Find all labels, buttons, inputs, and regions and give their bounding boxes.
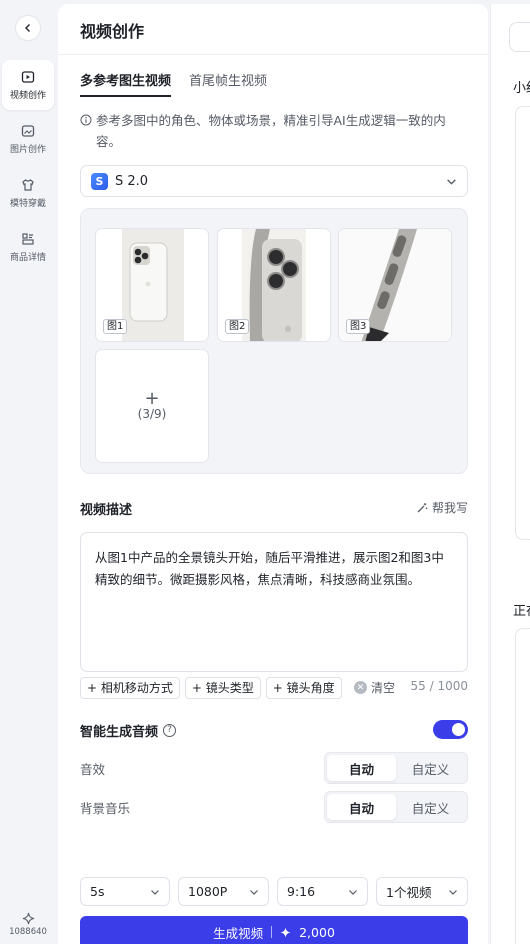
right-label-2: 正在	[513, 604, 530, 619]
chip-shot-type[interactable]: + 镜头类型	[184, 677, 261, 699]
generate-label: 生成视频	[213, 925, 264, 941]
sound-effect-label: 音效	[80, 761, 106, 777]
diamond-icon	[280, 926, 291, 938]
option-auto[interactable]: 自动	[327, 794, 396, 820]
back-button[interactable]	[15, 15, 41, 41]
chevron-down-icon	[151, 889, 159, 895]
left-sidebar: 视频创作 图片创作 模特穿戴 商品详情 1088640	[0, 0, 56, 944]
clear-button[interactable]: ✕ 清空	[354, 679, 395, 696]
toggle-knob	[452, 723, 465, 736]
tshirt-icon	[22, 178, 34, 191]
chip-camera-movement[interactable]: + 相机移动方式	[80, 677, 180, 699]
reference-image-2[interactable]: 图2	[217, 228, 331, 342]
divider	[271, 926, 273, 938]
credits-value: 1088640	[9, 927, 47, 937]
add-image-button[interactable]: + (3/9)	[95, 349, 209, 463]
right-card-2	[515, 628, 530, 944]
sidebar-item-label: 商品详情	[9, 252, 46, 263]
reference-image-3[interactable]: 图3	[338, 228, 452, 342]
reference-images-area: 图1 图2 图3 + (3/9)	[80, 208, 468, 474]
chevron-down-icon	[447, 178, 456, 185]
right-preview-panel: 小红 正在	[490, 4, 530, 944]
help-write-button[interactable]: 帮我写	[416, 499, 468, 516]
info-icon	[80, 114, 92, 126]
page-title: 视频创作	[80, 22, 145, 41]
desc-title: 视频描述	[80, 503, 133, 518]
aspect-ratio-value: 9:16	[287, 884, 316, 899]
chevron-down-icon	[250, 889, 258, 895]
chip-shot-angle[interactable]: + 镜头角度	[265, 677, 342, 699]
right-label-1: 小红	[513, 81, 530, 96]
image-create-icon	[21, 124, 35, 137]
chevron-down-icon	[349, 889, 357, 895]
resolution-select[interactable]: 1080P	[178, 877, 269, 906]
sound-effect-segmented: 自动 自定义	[324, 752, 468, 784]
generation-params: 5s 1080P 9:16 1个视频	[80, 877, 468, 906]
right-card-1	[515, 106, 530, 540]
sidebar-item-image-create[interactable]: 图片创作	[2, 114, 54, 164]
tab-first-last-frame[interactable]: 首尾帧生视频	[189, 70, 267, 97]
aspect-ratio-select[interactable]: 9:16	[277, 877, 368, 906]
chevron-down-icon	[449, 889, 457, 895]
info-text: 参考多图中的角色、物体或场景，精准引导AI生成逻辑一致的内容。	[96, 113, 446, 149]
sidebar-item-video-create[interactable]: 视频创作	[2, 60, 54, 110]
credits-display: 1088640	[0, 912, 56, 937]
mode-tabs: 多参考图生视频 首尾帧生视频	[80, 70, 267, 97]
tab-multi-reference[interactable]: 多参考图生视频	[80, 70, 172, 97]
image-tag: 图1	[103, 319, 128, 334]
audio-title: 智能生成音频	[80, 724, 159, 740]
clear-icon: ✕	[354, 681, 367, 694]
duration-select[interactable]: 5s	[80, 877, 170, 906]
product-detail-icon	[22, 232, 34, 245]
sparkle-icon	[22, 912, 34, 925]
count-select[interactable]: 1个视频	[376, 877, 468, 906]
video-create-icon	[21, 70, 35, 83]
sidebar-item-model-wear[interactable]: 模特穿戴	[2, 168, 54, 218]
right-top-control[interactable]	[509, 22, 530, 52]
bgm-label: 背景音乐	[80, 800, 131, 816]
model-select[interactable]: S S 2.0	[80, 165, 468, 197]
sidebar-item-label: 模特穿戴	[9, 198, 46, 209]
resolution-value: 1080P	[188, 884, 228, 899]
sound-effect-row: 音效 自动 自定义	[80, 752, 468, 784]
help-circle-icon[interactable]: ?	[163, 723, 177, 737]
generate-video-button[interactable]: 生成视频 2,000	[80, 916, 468, 944]
clear-label: 清空	[371, 681, 396, 695]
option-custom[interactable]: 自定义	[396, 755, 465, 781]
sidebar-item-label: 视频创作	[9, 90, 46, 101]
duration-value: 5s	[90, 884, 105, 899]
image-tag: 图3	[346, 319, 371, 334]
reference-image-1[interactable]: 图1	[95, 228, 209, 342]
divider	[58, 54, 488, 55]
audio-toggle[interactable]	[433, 720, 468, 739]
audio-header: 智能生成音频 ?	[80, 720, 468, 740]
image-count: (3/9)	[137, 407, 167, 421]
bgm-segmented: 自动 自定义	[324, 791, 468, 823]
option-custom[interactable]: 自定义	[396, 794, 465, 820]
chevron-left-icon	[25, 24, 30, 32]
info-hint: 参考多图中的角色、物体或场景，精准引导AI生成逻辑一致的内容。	[80, 110, 460, 152]
model-name: S 2.0	[115, 173, 149, 189]
bgm-row: 背景音乐 自动 自定义	[80, 791, 468, 823]
generate-cost: 2,000	[299, 924, 335, 940]
magic-wand-icon	[417, 502, 428, 512]
sidebar-item-label: 图片创作	[9, 144, 46, 155]
option-auto[interactable]: 自动	[327, 755, 396, 781]
description-textarea[interactable]: 从图1中产品的全景镜头开始，随后平滑推进，展示图2和图3中精致的细节。微距摄影风…	[80, 532, 468, 672]
model-logo: S	[91, 172, 108, 190]
sidebar-item-product-detail[interactable]: 商品详情	[2, 222, 54, 272]
prompt-chips: + 相机移动方式 + 镜头类型 + 镜头角度	[80, 677, 342, 699]
image-tag: 图2	[225, 319, 250, 334]
help-write-label: 帮我写	[431, 501, 468, 515]
count-value: 1个视频	[386, 885, 432, 900]
char-counter: 55 / 1000	[410, 679, 468, 693]
scroll-fade	[58, 842, 488, 876]
plus-icon: +	[144, 388, 160, 409]
video-create-panel: 视频创作 多参考图生视频 首尾帧生视频 参考多图中的角色、物体或场景，精准引导A…	[58, 4, 488, 944]
